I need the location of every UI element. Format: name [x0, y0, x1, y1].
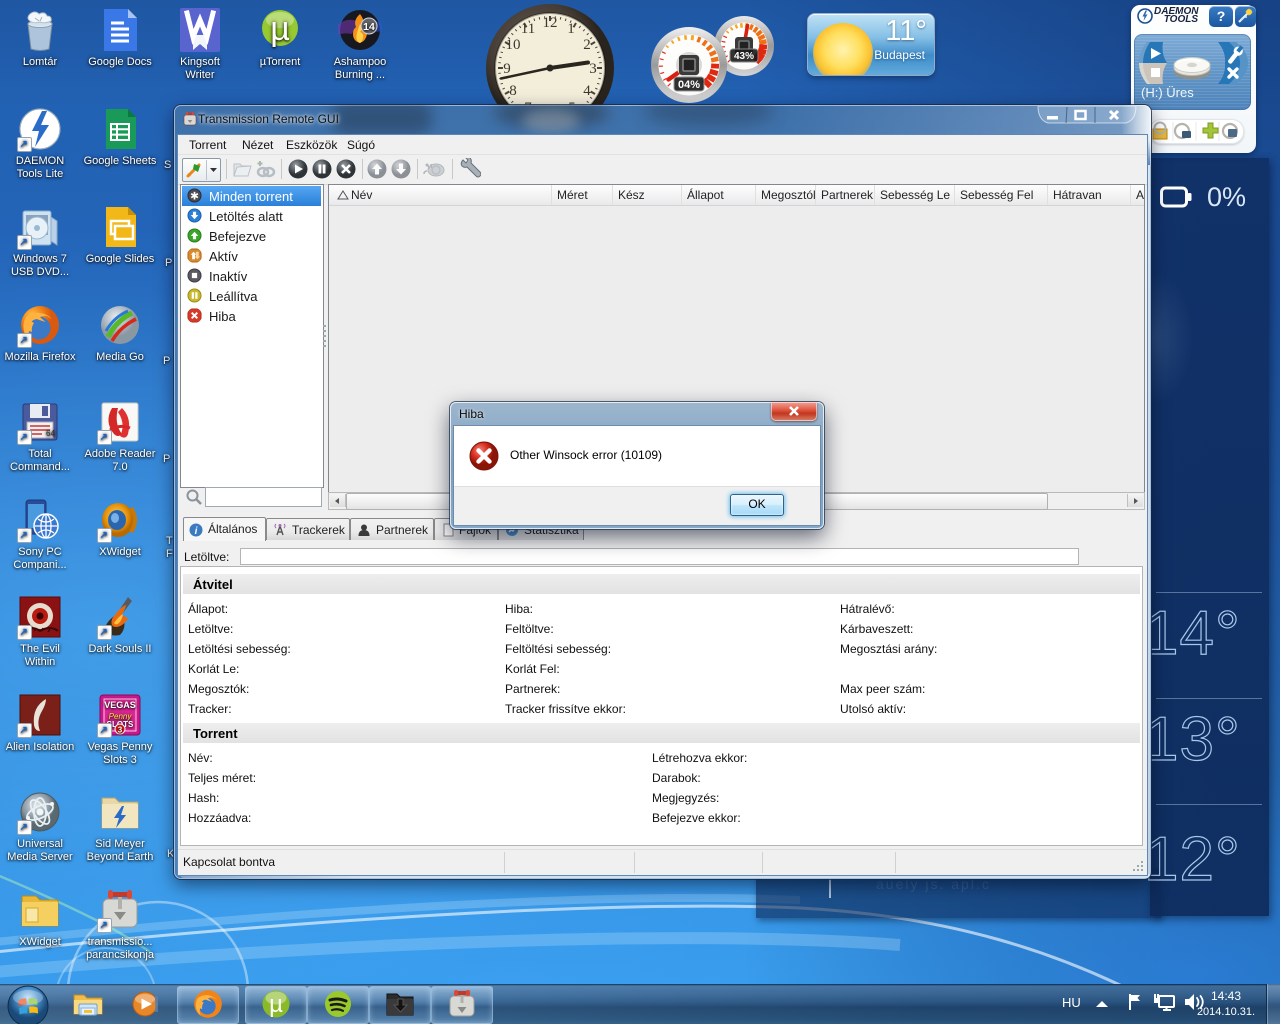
svg-text:04%: 04% [678, 79, 700, 91]
svg-text:VEGAS: VEGAS [104, 700, 136, 710]
svg-text:i: i [195, 526, 198, 537]
svg-text:1: 1 [567, 21, 575, 37]
svg-text:64: 64 [46, 429, 55, 438]
svg-text:10: 10 [506, 37, 521, 53]
svg-text:2: 2 [583, 37, 591, 53]
svg-text:µ: µ [269, 991, 283, 1018]
svg-text:43%: 43% [734, 51, 754, 62]
svg-text:11: 11 [521, 21, 535, 37]
svg-text:12: 12 [543, 15, 558, 31]
svg-text:✱: ✱ [190, 191, 199, 202]
svg-text:3: 3 [118, 726, 123, 735]
svg-text:8: 8 [509, 83, 517, 99]
svg-text:3: 3 [589, 61, 597, 77]
svg-text:14: 14 [363, 21, 375, 33]
svg-text:4: 4 [583, 83, 591, 99]
svg-text:9: 9 [503, 61, 511, 77]
svg-text:µ: µ [270, 10, 290, 48]
